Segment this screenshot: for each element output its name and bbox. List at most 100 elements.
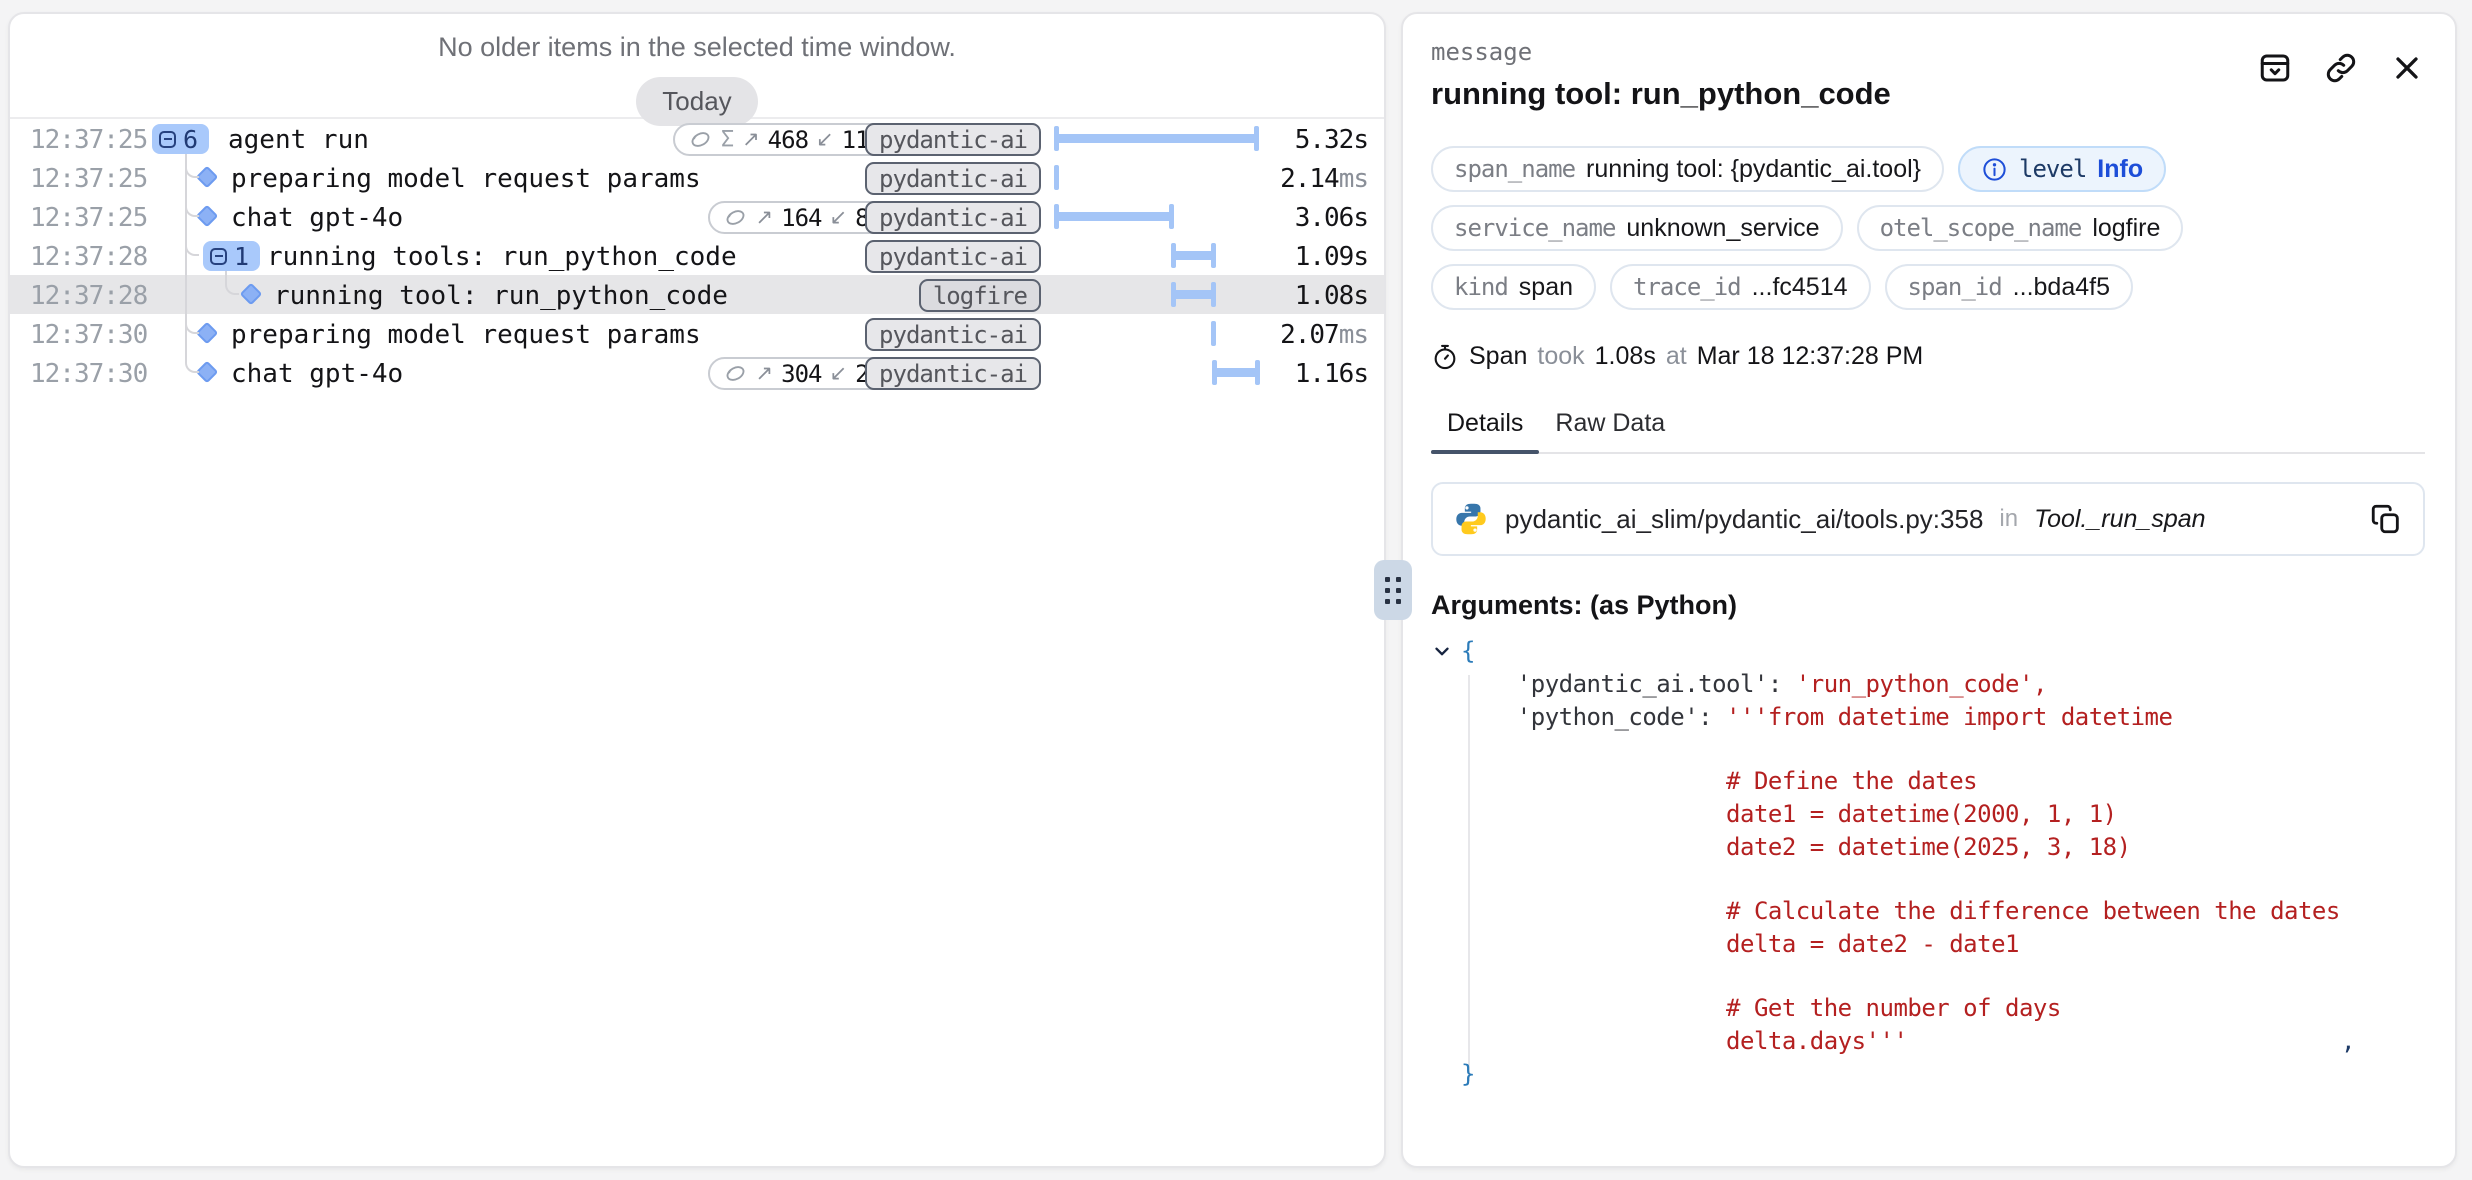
- span-diamond-icon: [196, 322, 219, 345]
- panel-resize-handle[interactable]: [1374, 560, 1412, 620]
- code-segment: {: [1461, 637, 1475, 665]
- span-duration: 2.14ms: [1280, 164, 1368, 194]
- scope-tag[interactable]: pydantic-ai: [865, 318, 1041, 351]
- pill-value: span: [1519, 273, 1573, 302]
- source-function: Tool._run_span: [2034, 505, 2205, 534]
- trailing-comma: ,: [2341, 1025, 2355, 1058]
- bar-start-cap: [1054, 126, 1059, 151]
- attribute-pill-service_name: service_nameunknown_service: [1431, 205, 1843, 251]
- python-icon: [1453, 501, 1489, 537]
- span-row[interactable]: 12:37:28 1running tools: run_python_code p…: [10, 236, 1384, 275]
- pill-label: level: [2019, 155, 2086, 183]
- span-name[interactable]: preparing model request params: [231, 320, 701, 350]
- output-arrow-icon: ↙: [816, 127, 834, 152]
- source-file-path[interactable]: pydantic_ai_slim/pydantic_ai/tools.py:35…: [1505, 504, 1983, 535]
- code-segment: }: [1461, 1060, 1475, 1088]
- span-row[interactable]: 12:37:25chat gpt-4o↗164↙87pydantic-ai3.0…: [10, 197, 1384, 236]
- code-line: [1461, 961, 2425, 992]
- span-row[interactable]: 12:37:25preparing model request paramspy…: [10, 158, 1384, 197]
- arguments-code-block: { 'pydantic_ai.tool': 'run_python_code',…: [1431, 635, 2425, 1091]
- span-detail-panel: message running tool: run_python_code sp: [1401, 12, 2457, 1168]
- span-name[interactable]: agent run: [228, 125, 369, 155]
- code-segment: [1461, 670, 1517, 698]
- scope-tag[interactable]: logfire: [919, 279, 1041, 312]
- code-line: }: [1461, 1058, 2425, 1091]
- span-timestamp: 12:37:25: [30, 203, 147, 233]
- child-count: 6: [183, 125, 198, 154]
- logfire-trace-view: No older items in the selected time wind…: [0, 0, 2472, 1180]
- level-pill[interactable]: levelInfo: [1958, 146, 2166, 192]
- code-segment: ,: [2033, 670, 2047, 698]
- span-duration: 3.06s: [1295, 203, 1368, 233]
- code-segment: # Calculate the difference between the d…: [1726, 897, 2340, 925]
- code-segment: 'pydantic_ai.tool': [1517, 670, 1768, 698]
- pill-label: kind: [1454, 273, 1508, 301]
- code-line: {: [1461, 635, 2425, 668]
- input-arrow-icon: ↗: [756, 205, 774, 230]
- collapse-children-badge[interactable]: 6: [152, 124, 209, 154]
- scope-tag[interactable]: pydantic-ai: [865, 240, 1041, 273]
- pill-value: ...fc4514: [1752, 273, 1848, 302]
- copy-location-button[interactable]: [2369, 502, 2403, 536]
- pill-value: unknown_service: [1626, 214, 1819, 243]
- bar-start-cap: [1212, 360, 1217, 385]
- duration-timeline: [1056, 353, 1257, 392]
- span-diamond-icon: [240, 283, 263, 306]
- code-line: # Define the dates: [1461, 765, 2425, 798]
- detail-tabs: DetailsRaw Data: [1431, 401, 2425, 454]
- tokens-icon: [688, 127, 713, 152]
- token-usage-badge[interactable]: Σ↗468↙114: [673, 123, 897, 156]
- attribute-pill-kind: kind span: [1431, 264, 1596, 310]
- code-segment: delta.days''': [1726, 1027, 1907, 1055]
- span-duration: 1.09s: [1295, 242, 1368, 272]
- code-line: delta.days''',: [1461, 1025, 2425, 1058]
- dock-panel-button[interactable]: [2257, 50, 2293, 86]
- code-line: [1461, 734, 2425, 765]
- span-timestamp: 12:37:28: [30, 242, 147, 272]
- code-line: # Get the number of days: [1461, 992, 2425, 1025]
- attribute-pill-span_name: span_namerunning tool: {pydantic_ai.tool…: [1431, 146, 1944, 192]
- span-duration: 2.07ms: [1280, 320, 1368, 350]
- timing-span-word: Span: [1469, 342, 1527, 371]
- span-name[interactable]: chat gpt-4o: [231, 203, 403, 233]
- pill-label: span_name: [1454, 155, 1575, 183]
- attribute-pill-span_id: span_id...bda4f5: [1885, 264, 2133, 310]
- code-segment: 'python_code': [1517, 703, 1698, 731]
- timing-timestamp: Mar 18 12:37:28 PM: [1697, 342, 1924, 371]
- close-detail-button[interactable]: [2389, 50, 2425, 86]
- copy-icon: [2369, 502, 2403, 536]
- code-segment: [1461, 994, 1726, 1022]
- collapse-minus-icon: [210, 248, 227, 265]
- span-timing-line: Span took 1.08s at Mar 18 12:37:28 PM: [1431, 342, 2425, 371]
- span-name[interactable]: running tools: run_python_code: [267, 242, 737, 272]
- tab-details[interactable]: Details: [1431, 401, 1539, 452]
- scope-tag[interactable]: pydantic-ai: [865, 201, 1041, 234]
- span-name[interactable]: running tool: run_python_code: [274, 281, 728, 311]
- bar-end-cap: [1169, 204, 1174, 229]
- span-row[interactable]: 12:37:30 preparing model request params py…: [10, 314, 1384, 353]
- collapse-children-badge[interactable]: 1: [203, 241, 260, 271]
- timing-duration: 1.08s: [1595, 342, 1656, 371]
- bar-start-cap: [1054, 204, 1059, 229]
- pill-value: ...bda4f5: [2013, 273, 2110, 302]
- span-name[interactable]: preparing model request params: [231, 164, 701, 194]
- tab-raw-data[interactable]: Raw Data: [1539, 401, 1681, 452]
- span-row[interactable]: 12:37:256agent runΣ↗468↙114pydantic-ai5.…: [10, 119, 1384, 158]
- bar-end-cap: [1254, 126, 1259, 151]
- scope-tag[interactable]: pydantic-ai: [865, 357, 1041, 390]
- code-segment: [1461, 897, 1726, 925]
- collapse-chevron-icon[interactable]: [1431, 640, 1453, 667]
- scope-tag[interactable]: pydantic-ai: [865, 162, 1041, 195]
- code-segment: date2 = datetime(2025, 3, 18): [1726, 833, 2131, 861]
- span-name[interactable]: chat gpt-4o: [231, 359, 403, 389]
- span-timestamp: 12:37:30: [30, 320, 147, 350]
- span-row[interactable]: 12:37:30chat gpt-4o↗304↙27pydantic-ai1.1…: [10, 353, 1384, 392]
- code-line: 'python_code': '''from datetime import d…: [1461, 701, 2425, 734]
- info-icon: [1981, 156, 2008, 183]
- scope-tag[interactable]: pydantic-ai: [865, 123, 1041, 156]
- copy-link-button[interactable]: [2323, 50, 2359, 86]
- duration-timeline: [1056, 236, 1257, 275]
- duration-bar: [1056, 134, 1257, 143]
- arguments-heading: Arguments: (as Python): [1431, 590, 2425, 621]
- span-row[interactable]: 12:37:28running tool: run_python_codelog…: [10, 275, 1384, 314]
